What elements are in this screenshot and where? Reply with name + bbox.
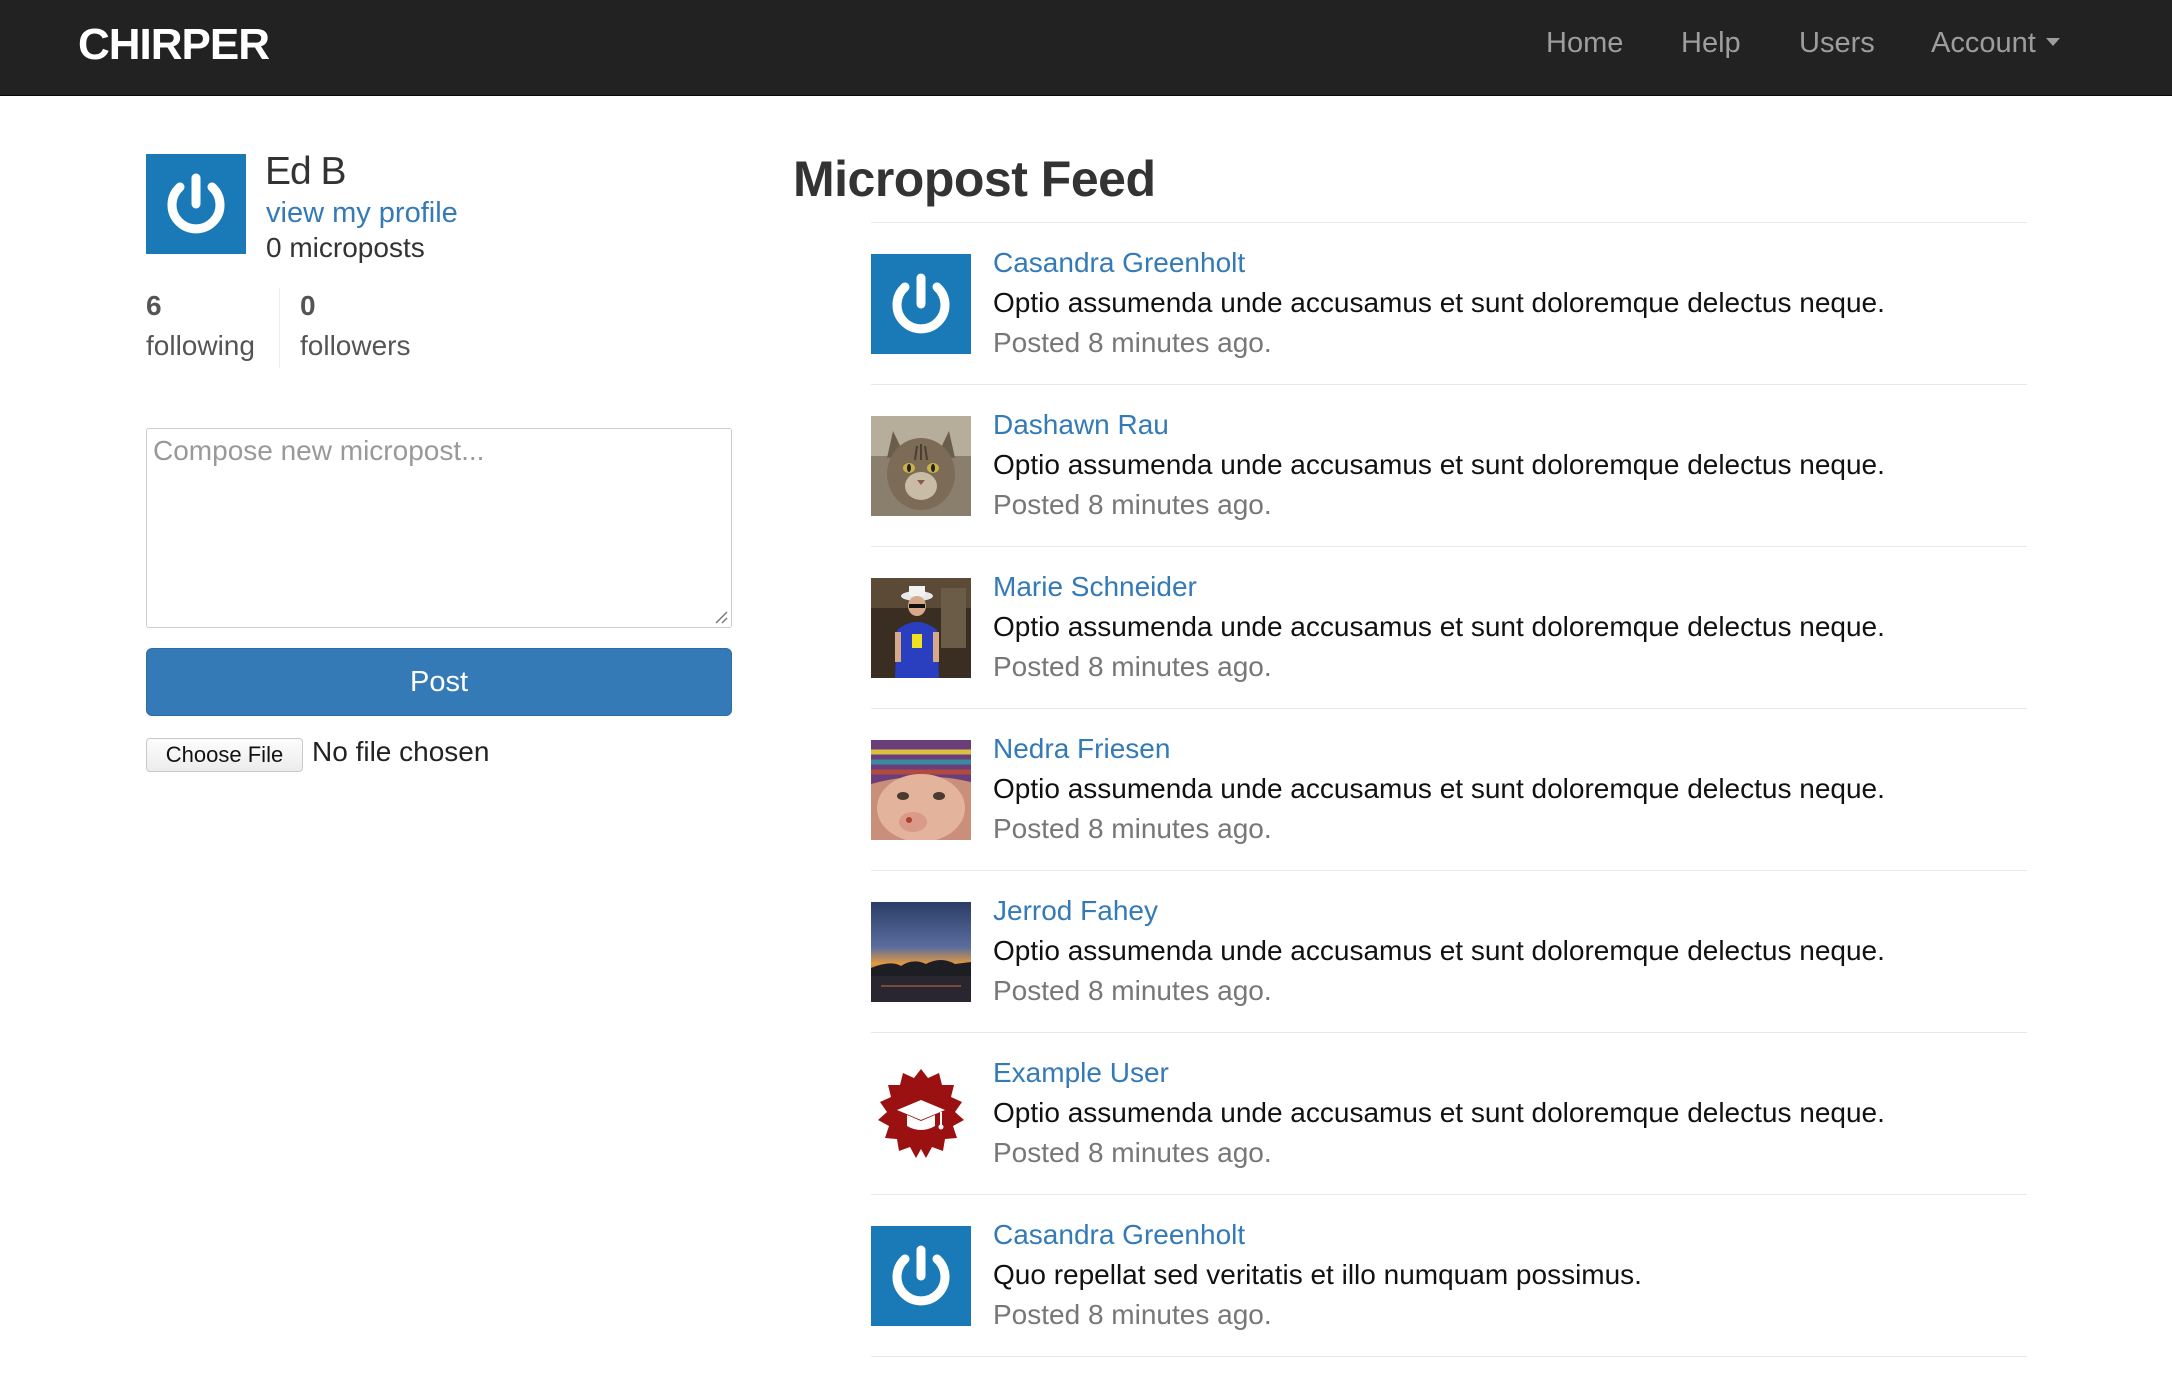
post-avatar[interactable]: [871, 1064, 971, 1164]
post-timestamp: Posted 8 minutes ago.: [993, 327, 1272, 358]
feed-item: Casandra Greenholt Quo repellat sed veri…: [871, 1195, 2027, 1357]
post-content: Quo repellat sed veritatis et illo numqu…: [993, 1259, 1642, 1290]
gravatar-default-icon: [871, 1226, 971, 1326]
post-button[interactable]: Post: [146, 648, 732, 716]
nav-help-link[interactable]: Help: [1681, 27, 1741, 60]
brand-logo[interactable]: CHIRPER: [78, 20, 270, 70]
feed-item: Dashawn Rau Optio assumenda unde accusam…: [871, 385, 2027, 547]
user-avatar[interactable]: [146, 154, 246, 254]
graduation-badge-icon: [871, 1064, 971, 1164]
post-content: Optio assumenda unde accusamus et sunt d…: [993, 611, 1885, 642]
user-name: Ed B: [265, 150, 347, 193]
caret-down-icon: [2045, 38, 2060, 47]
post-user-link[interactable]: Jerrod Fahey: [993, 895, 1158, 927]
post-avatar[interactable]: [871, 1226, 971, 1326]
stats-divider: [279, 288, 280, 368]
post-avatar[interactable]: [871, 416, 971, 516]
post-timestamp: Posted 8 minutes ago.: [993, 1299, 1272, 1330]
choose-file-button[interactable]: Choose File: [146, 738, 303, 772]
post-avatar[interactable]: [871, 740, 971, 840]
post-timestamp: Posted 8 minutes ago.: [993, 489, 1272, 520]
cat-photo-icon: [871, 416, 971, 516]
post-avatar[interactable]: [871, 902, 971, 1002]
post-avatar[interactable]: [871, 254, 971, 354]
feed-title: Micropost Feed: [793, 151, 1156, 207]
file-status: No file chosen: [312, 736, 490, 767]
post-user-link[interactable]: Dashawn Rau: [993, 409, 1169, 441]
followers-stat[interactable]: 0 followers: [300, 290, 410, 362]
gravatar-default-icon: [167, 173, 225, 234]
baby-photo-icon: [871, 740, 971, 840]
post-content: Optio assumenda unde accusamus et sunt d…: [993, 935, 1885, 966]
post-avatar[interactable]: [871, 578, 971, 678]
post-timestamp: Posted 8 minutes ago.: [993, 1137, 1272, 1168]
feed-item: Marie Schneider Optio assumenda unde acc…: [871, 547, 2027, 709]
post-user-link[interactable]: Marie Schneider: [993, 571, 1197, 603]
post-content: Optio assumenda unde accusamus et sunt d…: [993, 449, 1885, 480]
following-stat[interactable]: 6 following: [146, 290, 255, 362]
following-count: 6: [146, 290, 162, 321]
nav-home-link[interactable]: Home: [1546, 27, 1623, 60]
feed-item: Jerrod Fahey Optio assumenda unde accusa…: [871, 871, 2027, 1033]
compose-micropost-input[interactable]: [146, 428, 732, 628]
feed-item: Casandra Greenholt Optio assumenda unde …: [871, 223, 2027, 385]
sunset-photo-icon: [871, 902, 971, 1002]
post-user-link[interactable]: Casandra Greenholt: [993, 1219, 1245, 1251]
top-navbar: CHIRPER Home Help Users Account: [0, 0, 2172, 96]
gravatar-default-icon: [871, 254, 971, 354]
followers-count: 0: [300, 290, 316, 321]
micropost-count: 0 microposts: [266, 232, 425, 263]
post-content: Optio assumenda unde accusamus et sunt d…: [993, 773, 1885, 804]
post-content: Optio assumenda unde accusamus et sunt d…: [993, 287, 1885, 318]
feed-item: Example User Optio assumenda unde accusa…: [871, 1033, 2027, 1195]
post-user-link[interactable]: Nedra Friesen: [993, 733, 1170, 765]
post-timestamp: Posted 8 minutes ago.: [993, 813, 1272, 844]
post-timestamp: Posted 8 minutes ago.: [993, 651, 1272, 682]
post-user-link[interactable]: Casandra Greenholt: [993, 247, 1245, 279]
feed-item: Nedra Friesen Optio assumenda unde accus…: [871, 709, 2027, 871]
view-profile-link[interactable]: view my profile: [266, 197, 458, 230]
post-user-link[interactable]: Example User: [993, 1057, 1169, 1089]
nav-users-link[interactable]: Users: [1799, 27, 1875, 60]
post-content: Optio assumenda unde accusamus et sunt d…: [993, 1097, 1885, 1128]
nav-account-label: Account: [1931, 27, 2036, 59]
person-photo-icon: [871, 578, 971, 678]
post-timestamp: Posted 8 minutes ago.: [993, 975, 1272, 1006]
following-label: following: [146, 330, 255, 361]
micropost-feed: Casandra Greenholt Optio assumenda unde …: [871, 222, 2027, 1357]
resize-grip-icon[interactable]: [714, 610, 728, 624]
followers-label: followers: [300, 330, 411, 361]
nav-account-dropdown[interactable]: Account: [1931, 27, 2060, 60]
